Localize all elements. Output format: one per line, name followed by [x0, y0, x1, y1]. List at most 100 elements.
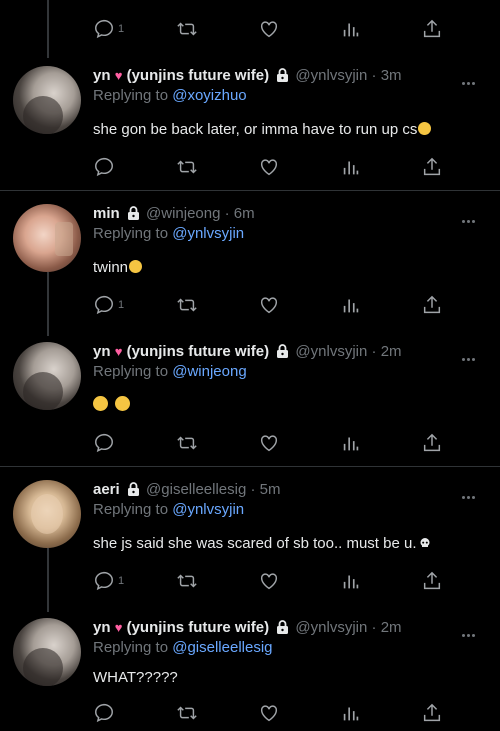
display-name-suffix[interactable]: (yunjins future wife): [127, 619, 270, 636]
more-icon[interactable]: [462, 72, 480, 85]
handle[interactable]: @ynlvsyjin: [295, 67, 367, 84]
retweet-button[interactable]: [176, 18, 198, 40]
views-button[interactable]: [340, 156, 362, 178]
tweet[interactable]: aeri @giselleellesig · 5m Replying to @y…: [0, 480, 500, 604]
timestamp[interactable]: 3m: [381, 67, 402, 84]
tweet[interactable]: yn ♥ (yunjins future wife) @ynlvsyjin · …: [0, 618, 500, 731]
avatar[interactable]: [13, 66, 81, 134]
like-button[interactable]: [258, 570, 280, 592]
share-button[interactable]: [421, 294, 443, 316]
replying-to: Replying to @xoyizhuo: [93, 86, 247, 106]
share-button[interactable]: [421, 18, 443, 40]
mention-link[interactable]: @ynlvsyjin: [172, 225, 244, 242]
heart-emoji-icon: ♥: [114, 344, 123, 359]
tweet[interactable]: min @winjeong · 6m Replying to @ynlvsyji…: [0, 204, 500, 328]
avatar[interactable]: [13, 480, 81, 548]
retweet-button[interactable]: [176, 432, 198, 454]
handle[interactable]: @ynlvsyjin: [295, 343, 367, 360]
like-button[interactable]: [258, 702, 280, 724]
views-button[interactable]: [340, 702, 362, 724]
timestamp[interactable]: 2m: [381, 619, 402, 636]
mention-link[interactable]: @ynlvsyjin: [172, 501, 244, 518]
share-icon: [423, 157, 441, 176]
retweet-icon: [177, 22, 197, 36]
views-button[interactable]: [340, 18, 362, 40]
reply-button[interactable]: [93, 702, 115, 724]
more-icon[interactable]: [462, 486, 480, 499]
display-name[interactable]: yn: [93, 619, 111, 636]
share-button[interactable]: [421, 156, 443, 178]
replying-to: Replying to @ynlvsyjin: [93, 224, 244, 244]
replying-prefix: Replying to: [93, 87, 169, 104]
views-button[interactable]: [340, 570, 362, 592]
divider: [0, 190, 500, 191]
grimacing-face-icon: [93, 396, 108, 411]
like-button[interactable]: [258, 294, 280, 316]
display-name-suffix[interactable]: (yunjins future wife): [127, 67, 270, 84]
reply-button[interactable]: 1: [93, 18, 124, 40]
replying-to: Replying to @giselleellesig: [93, 638, 273, 658]
retweet-button[interactable]: [176, 156, 198, 178]
handle[interactable]: @giselleellesig: [146, 481, 246, 498]
tweet-header: yn ♥ (yunjins future wife) @ynlvsyjin · …: [93, 343, 402, 360]
like-button[interactable]: [258, 156, 280, 178]
like-icon: [260, 159, 278, 176]
squinting-face-icon: [129, 260, 143, 273]
timestamp[interactable]: 6m: [234, 205, 255, 222]
heart-emoji-icon: ♥: [114, 620, 123, 635]
action-bar: 1: [93, 294, 453, 316]
views-icon: [343, 299, 359, 313]
more-icon[interactable]: [462, 210, 480, 223]
mention-link[interactable]: @giselleellesig: [172, 639, 272, 656]
tweet[interactable]: yn ♥ (yunjins future wife) @ynlvsyjin · …: [0, 342, 500, 466]
timestamp[interactable]: 2m: [381, 343, 402, 360]
tweet-text: she js said she was scared of sb too.. m…: [93, 534, 431, 554]
retweet-button[interactable]: [176, 294, 198, 316]
avatar[interactable]: [13, 618, 81, 686]
display-name[interactable]: aeri: [93, 481, 120, 498]
replying-to: Replying to @ynlvsyjin: [93, 500, 244, 520]
avatar[interactable]: [13, 342, 81, 410]
more-icon[interactable]: [462, 624, 480, 637]
like-icon: [260, 297, 278, 314]
display-name[interactable]: min: [93, 205, 120, 222]
retweet-button[interactable]: [176, 702, 198, 724]
avatar[interactable]: [13, 204, 81, 272]
tweet[interactable]: yn ♥ (yunjins future wife) @ynlvsyjin · …: [0, 66, 500, 190]
reply-icon: [95, 157, 113, 177]
mention-link[interactable]: @winjeong: [172, 363, 246, 380]
retweet-icon: [177, 160, 197, 174]
action-bar: [93, 156, 453, 178]
display-name-suffix[interactable]: (yunjins future wife): [127, 343, 270, 360]
reply-button[interactable]: [93, 156, 115, 178]
views-icon: [343, 437, 359, 451]
share-button[interactable]: [421, 432, 443, 454]
views-button[interactable]: [340, 432, 362, 454]
like-icon: [260, 573, 278, 590]
lock-icon: [127, 206, 139, 220]
grimacing-face-icon: [115, 396, 131, 411]
share-button[interactable]: [421, 570, 443, 592]
reply-count: 1: [118, 575, 125, 587]
handle[interactable]: @ynlvsyjin: [295, 619, 367, 636]
tweet-header: yn ♥ (yunjins future wife) @ynlvsyjin · …: [93, 619, 402, 636]
reply-icon: [95, 571, 113, 591]
timestamp[interactable]: 5m: [260, 481, 281, 498]
mention-link[interactable]: @xoyizhuo: [172, 87, 246, 104]
more-icon[interactable]: [462, 348, 480, 361]
reply-icon: [95, 703, 113, 723]
share-icon: [423, 571, 441, 590]
like-button[interactable]: [258, 432, 280, 454]
display-name[interactable]: yn: [93, 67, 111, 84]
retweet-button[interactable]: [176, 570, 198, 592]
handle[interactable]: @winjeong: [146, 205, 220, 222]
reply-button[interactable]: 1: [93, 294, 124, 316]
share-button[interactable]: [421, 702, 443, 724]
like-button[interactable]: [258, 18, 280, 40]
face-with-monocle-icon: [418, 122, 432, 135]
reply-button[interactable]: [93, 432, 115, 454]
views-button[interactable]: [340, 294, 362, 316]
skull-icon: [420, 538, 429, 547]
reply-button[interactable]: 1: [93, 570, 124, 592]
display-name[interactable]: yn: [93, 343, 111, 360]
